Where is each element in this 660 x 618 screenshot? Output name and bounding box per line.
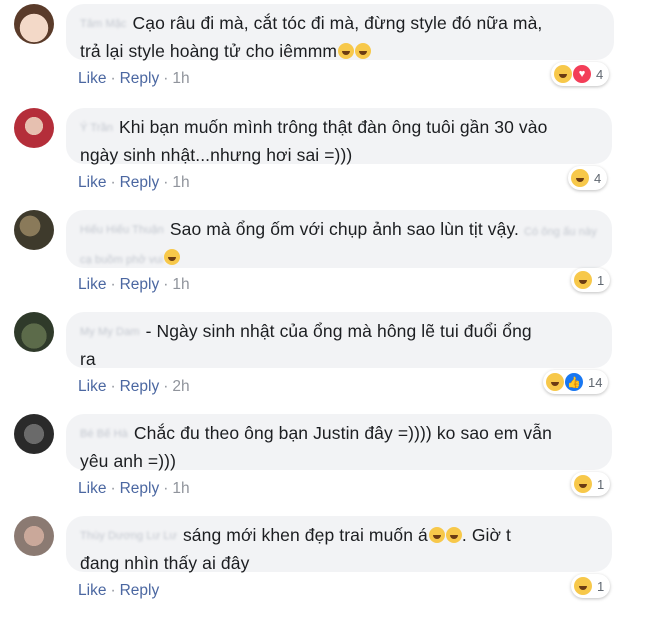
like-link[interactable]: Like [78,480,106,497]
comment-text-line1: Chắc đu theo ông bạn Justin đây =)))) ko… [133,423,552,443]
comment-text-line1: Cạo râu đi mà, cắt tóc đi mà, đừng style… [132,13,543,33]
comment: Ý Trần Khi bạn muốn mình trông thật đàn ô… [0,108,660,210]
comment-text-line2: đang nhìn thấy ai đây [80,553,250,573]
reaction-count: 14 [588,374,603,390]
haha-reaction-icon [554,65,572,83]
comment-bubble: Hiếu Hiếu Thuận Sao mà ổng ốm với chụp ản… [66,210,612,268]
avatar[interactable] [14,414,54,454]
haha-reaction-icon [571,169,589,187]
reaction-count: 4 [594,170,602,186]
timestamp[interactable]: 2h [172,378,189,395]
comment-actions: Like · Reply · 1h [78,480,190,498]
reply-link[interactable]: Reply [120,582,160,599]
reactions-summary[interactable]: 4 [568,166,608,190]
comment-text-line1: - Ngày sinh nhật của ổng mà hông lẽ tui … [145,321,532,341]
commenter-name-blurred[interactable]: Tâm Mặc [80,18,127,30]
avatar[interactable] [14,210,54,250]
comment-bubble: Thùy Dương Lư Lư sáng mới khen đẹp trai m… [66,516,612,573]
separator-dot: · [110,582,116,599]
comment-text-line1: Sao mà ổng ốm với chụp ảnh sao lùn tịt v… [169,219,519,239]
comment-text-line1: Khi bạn muốn mình trông thật đàn ông tuô… [119,117,548,137]
comment-bubble: My My Dam - Ngày sinh nhật của ổng mà hôn… [66,312,612,369]
timestamp[interactable]: 1h [172,480,189,497]
like-link[interactable]: Like [78,378,106,395]
separator-dot: · [110,276,116,293]
haha-reaction-icon [574,577,592,595]
reply-link[interactable]: Reply [120,174,160,191]
comment-bubble: Bé Bế Hà Chắc đu theo ông bạn Justin đây … [66,414,612,471]
like-link[interactable]: Like [78,70,106,87]
commenter-name-blurred[interactable]: Ý Trần [80,122,113,134]
reactions-summary[interactable]: 1 [571,574,611,598]
avatar[interactable] [14,108,54,148]
like-link[interactable]: Like [78,276,106,293]
haha-reaction-icon [574,271,592,289]
separator-dot: · [163,378,169,395]
separator-dot: · [110,480,116,497]
like-reaction-icon: 👍 [565,373,583,391]
tears-of-joy-emoji-icon [445,527,462,543]
comment-actions: Like · Reply [78,582,159,600]
sneeze-emoji-icon [355,43,372,59]
comment-actions: Like · Reply · 1h [78,70,190,88]
grinning-emoji-icon [164,249,181,265]
commenter-name-blurred[interactable]: Thùy Dương Lư Lư [80,530,177,542]
comment-bubble: Ý Trần Khi bạn muốn mình trông thật đàn ô… [66,108,612,165]
reply-link[interactable]: Reply [120,70,160,87]
comment-actions: Like · Reply · 1h [78,174,190,192]
comment-text-line2: yêu anh =))) [80,451,177,471]
separator-dot: · [163,276,169,293]
comment-text-line1-end: . Giờ t [461,525,512,545]
reaction-count: 1 [597,578,605,594]
comment: Bé Bế Hà Chắc đu theo ông bạn Justin đây … [0,414,660,516]
reactions-summary[interactable]: ♥ 4 [551,62,610,86]
comment-text-line2: ra [80,349,96,369]
tears-of-joy-emoji-icon [428,527,445,543]
reply-link[interactable]: Reply [120,276,160,293]
like-link[interactable]: Like [78,582,106,599]
comment-actions: Like · Reply · 2h [78,378,190,396]
comment-text-line2: ngày sinh nhật...nhưng hơi sai =))) [80,145,353,165]
avatar[interactable] [14,312,54,352]
separator-dot: · [110,70,116,87]
comment-bubble: Tâm Mặc Cạo râu đi mà, cắt tóc đi mà, đừn… [66,4,614,61]
reactions-summary[interactable]: 1 [571,268,611,292]
timestamp[interactable]: 1h [172,70,189,87]
separator-dot: · [110,378,116,395]
timestamp[interactable]: 1h [172,276,189,293]
sneeze-emoji-icon [338,43,355,59]
comment-actions: Like · Reply · 1h [78,276,190,294]
haha-reaction-icon [546,373,564,391]
commenter-name-blurred[interactable]: My My Dam [80,326,140,338]
timestamp[interactable]: 1h [172,174,189,191]
reaction-count: 4 [596,66,604,82]
love-reaction-icon: ♥ [573,65,591,83]
comment-text-line2: trả lại style hoàng tử cho iêmmm [80,41,338,61]
reply-link[interactable]: Reply [120,480,160,497]
reactions-summary[interactable]: 1 [571,472,611,496]
separator-dot: · [163,480,169,497]
avatar[interactable] [14,4,54,44]
reply-link[interactable]: Reply [120,378,160,395]
comment: Hiếu Hiếu Thuận Sao mà ổng ốm với chụp ản… [0,210,660,312]
haha-reaction-icon [574,475,592,493]
comment: Thùy Dương Lư Lư sáng mới khen đẹp trai m… [0,516,660,618]
separator-dot: · [163,174,169,191]
reactions-summary[interactable]: 👍 14 [543,370,609,394]
commenter-name-blurred[interactable]: Bé Bế Hà [80,428,128,440]
like-link[interactable]: Like [78,174,106,191]
commenter-name-blurred[interactable]: Hiếu Hiếu Thuận [80,224,164,236]
comment: Tâm Mặc Cạo râu đi mà, cắt tóc đi mà, đừn… [0,4,660,106]
avatar[interactable] [14,516,54,556]
reaction-count: 1 [597,272,605,288]
comment: My My Dam - Ngày sinh nhật của ổng mà hôn… [0,312,660,414]
comment-text-line1: sáng mới khen đẹp trai muốn á [182,525,428,545]
reaction-count: 1 [597,476,605,492]
separator-dot: · [163,70,169,87]
separator-dot: · [110,174,116,191]
